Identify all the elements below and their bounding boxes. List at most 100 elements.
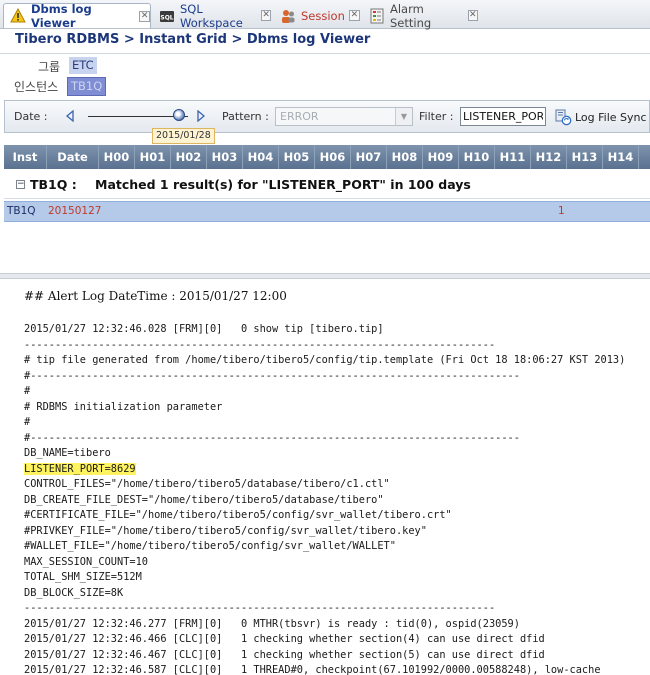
log-line-text: DB_CREATE_FILE_DEST="/home/tibero/tibero… bbox=[24, 493, 384, 506]
filter-input[interactable] bbox=[460, 107, 546, 126]
log-line-text: ----------------------------------------… bbox=[24, 602, 496, 614]
filter-toolbar: Date : Pattern : ERROR ▼ Filter : Log Fi… bbox=[4, 100, 650, 133]
tab-alarm-setting[interactable]: Alarm Setting ✕ bbox=[363, 1, 478, 30]
instance-value[interactable]: TB1Q bbox=[67, 77, 107, 96]
tab-label: Session bbox=[301, 8, 345, 23]
date-tooltip: 2015/01/28 bbox=[152, 128, 215, 144]
log-line-text: 2015/01/27 12:32:46.587 [CLC][0] 1 THREA… bbox=[24, 664, 601, 675]
table-row[interactable]: TB1Q 20150127 1 bbox=[4, 201, 650, 222]
column-header-date[interactable]: Date bbox=[47, 145, 99, 169]
tab-label: SQL Workspace bbox=[180, 1, 243, 30]
collapse-icon[interactable]: − bbox=[16, 180, 25, 189]
date-prev-icon[interactable] bbox=[65, 110, 75, 122]
column-header-h06[interactable]: H06 bbox=[315, 145, 351, 169]
tab-sql-workspace[interactable]: SQL SQL Workspace ✕ bbox=[153, 1, 271, 30]
group-value[interactable]: ETC bbox=[69, 57, 97, 74]
tab-bar: Dbms log Viewer ✕ SQL SQL Workspace ✕ Se… bbox=[0, 0, 650, 30]
log-line: #---------------------------------------… bbox=[24, 431, 625, 447]
column-header-h00[interactable]: H00 bbox=[99, 145, 135, 169]
log-line: DB_BLOCK_SIZE=8K bbox=[24, 586, 625, 602]
column-header-h11[interactable]: H11 bbox=[495, 145, 531, 169]
log-line-text: TOTAL_SHM_SIZE=512M bbox=[24, 571, 142, 583]
log-line-text: # bbox=[24, 385, 31, 397]
log-line: TOTAL_SHM_SIZE=512M bbox=[24, 570, 625, 586]
column-header-h02[interactable]: H02 bbox=[171, 145, 207, 169]
log-line-text: LISTENER_PORT=8629 bbox=[24, 462, 136, 475]
log-line: # bbox=[24, 415, 625, 431]
log-line-text: #---------------------------------------… bbox=[24, 369, 520, 382]
tab-label: Dbms log Viewer bbox=[31, 2, 92, 30]
column-header-h04[interactable]: H04 bbox=[243, 145, 279, 169]
warning-icon bbox=[10, 8, 26, 23]
chevron-down-icon[interactable]: ▼ bbox=[395, 108, 412, 125]
log-line-text: 2015/01/27 12:32:46.467 [CLC][0] 1 check… bbox=[24, 648, 545, 661]
log-line: LISTENER_PORT=8629 bbox=[24, 462, 625, 478]
pane-splitter[interactable] bbox=[0, 273, 650, 279]
column-header-h05[interactable]: H05 bbox=[279, 145, 315, 169]
log-line: #PRIVKEY_FILE="/home/tibero/tibero5/conf… bbox=[24, 524, 625, 540]
column-header-h12[interactable]: H12 bbox=[531, 145, 567, 169]
log-line: # bbox=[24, 384, 625, 400]
sql-icon: SQL bbox=[160, 10, 174, 22]
log-line: 2015/01/27 12:32:46.028 [FRM][0] 0 show … bbox=[24, 322, 625, 338]
cell-h12[interactable]: 1 bbox=[558, 205, 565, 217]
tab-session[interactable]: Session ✕ bbox=[274, 3, 362, 28]
svg-text:SQL: SQL bbox=[160, 14, 173, 21]
pattern-select[interactable]: ERROR ▼ bbox=[275, 107, 413, 126]
grid-header: Inst Date H00 H01 H02 H03 H04 H05 H06 H0… bbox=[4, 145, 650, 169]
close-icon[interactable]: ✕ bbox=[467, 10, 478, 21]
log-pane: ## Alert Log DateTime : 2015/01/27 12:00… bbox=[0, 280, 650, 675]
log-line: CONTROL_FILES="/home/tibero/tibero5/data… bbox=[24, 477, 625, 493]
log-line-text: DB_NAME=tibero bbox=[24, 447, 111, 459]
filter-label: Filter : bbox=[419, 110, 454, 123]
log-line: ----------------------------------------… bbox=[24, 338, 625, 354]
column-header-inst[interactable]: Inst bbox=[4, 145, 47, 169]
log-line-text: #CERTIFICATE_FILE="/home/tibero/tibero5/… bbox=[24, 509, 452, 521]
log-line: 2015/01/27 12:32:46.466 [CLC][0] 1 check… bbox=[24, 632, 625, 648]
log-line: MAX_SESSION_COUNT=10 bbox=[24, 555, 625, 571]
group-label: 그룹 bbox=[38, 60, 61, 74]
group-name: TB1Q : bbox=[30, 177, 77, 192]
column-header-h01[interactable]: H01 bbox=[135, 145, 171, 169]
log-line: 2015/01/27 12:32:46.587 [CLC][0] 1 THREA… bbox=[24, 663, 625, 675]
instance-row: 인스턴스 TB1Q bbox=[0, 77, 650, 96]
instance-label: 인스턴스 bbox=[14, 80, 59, 94]
log-line: #CERTIFICATE_FILE="/home/tibero/tibero5/… bbox=[24, 508, 625, 524]
log-line: DB_CREATE_FILE_DEST="/home/tibero/tibero… bbox=[24, 493, 625, 509]
column-header-h03[interactable]: H03 bbox=[207, 145, 243, 169]
alarm-setting-icon bbox=[370, 8, 384, 23]
log-line-text: 2015/01/27 12:32:46.466 [CLC][0] 1 check… bbox=[24, 633, 545, 645]
log-line: ----------------------------------------… bbox=[24, 601, 625, 617]
pattern-value: ERROR bbox=[280, 110, 319, 123]
date-next-icon[interactable] bbox=[196, 110, 206, 122]
log-line: #WALLET_FILE="/home/tibero/tibero5/confi… bbox=[24, 539, 625, 555]
column-header-h14[interactable]: H14 bbox=[603, 145, 639, 169]
log-line-text: # tip file generated from /home/tibero/t… bbox=[24, 354, 626, 366]
column-header-h07[interactable]: H07 bbox=[351, 145, 387, 169]
close-icon[interactable]: ✕ bbox=[348, 10, 360, 21]
match-summary: Matched 1 result(s) for "LISTENER_PORT" … bbox=[95, 177, 471, 192]
date-slider-thumb[interactable] bbox=[173, 109, 185, 121]
log-line: DB_NAME=tibero bbox=[24, 446, 625, 462]
column-header-h13[interactable]: H13 bbox=[567, 145, 603, 169]
column-header-h08[interactable]: H08 bbox=[387, 145, 423, 169]
column-header-h09[interactable]: H09 bbox=[423, 145, 459, 169]
close-icon[interactable]: ✕ bbox=[261, 10, 271, 21]
log-line-text: # RDBMS initialization parameter bbox=[24, 400, 223, 413]
log-line-text: #WALLET_FILE="/home/tibero/tibero5/confi… bbox=[24, 540, 396, 552]
group-row: 그룹 ETC bbox=[0, 57, 650, 75]
log-line: 2015/01/27 12:32:46.467 [CLC][0] 1 check… bbox=[24, 648, 625, 664]
breadcrumb: Tibero RDBMS > Instant Grid > Dbms log V… bbox=[15, 32, 371, 47]
log-line: #---------------------------------------… bbox=[24, 369, 625, 385]
sync-icon bbox=[555, 109, 572, 126]
tab-label: Alarm Setting bbox=[390, 1, 432, 30]
sync-label: Log File Sync bbox=[575, 110, 647, 124]
column-header-h10[interactable]: H10 bbox=[459, 145, 495, 169]
log-line: # RDBMS initialization parameter bbox=[24, 400, 625, 416]
close-icon[interactable]: ✕ bbox=[139, 10, 150, 22]
cell-inst: TB1Q bbox=[7, 205, 36, 217]
log-line-text: #---------------------------------------… bbox=[24, 431, 520, 444]
tab-dbms-log-viewer[interactable]: Dbms log Viewer ✕ bbox=[3, 2, 151, 30]
result-group-row[interactable]: − TB1Q : Matched 1 result(s) for "LISTEN… bbox=[4, 172, 650, 199]
log-file-sync-button[interactable]: Log File Sync bbox=[554, 107, 647, 127]
